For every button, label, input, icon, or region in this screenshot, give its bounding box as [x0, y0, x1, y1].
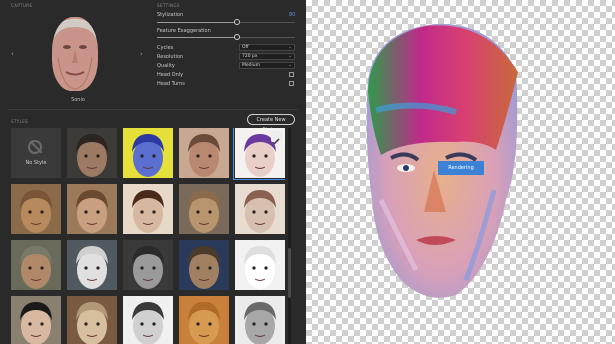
- no-style-label: No Style: [25, 160, 47, 166]
- style-tile-old-man-painting[interactable]: [11, 240, 61, 290]
- style-tile-clay-figure[interactable]: [179, 184, 229, 234]
- style-thumbnail: [132, 190, 164, 233]
- chevron-down-icon: ⌄: [288, 45, 292, 50]
- styles-scrollbar-thumb[interactable]: [288, 248, 291, 298]
- style-thumbnail: [132, 134, 164, 177]
- chevron-down-icon: ⌄: [288, 54, 292, 59]
- style-tile-rainbow-girl[interactable]: [233, 128, 285, 180]
- quality-row: Quality Medium ⌄: [157, 62, 299, 71]
- feature-exaggeration-label: Feature Exaggeration: [157, 28, 211, 34]
- style-tile-white-bust[interactable]: [67, 240, 117, 290]
- stylization-slider[interactable]: [157, 19, 295, 25]
- style-thumbnail: [20, 246, 52, 289]
- chevron-left-icon[interactable]: ‹: [11, 50, 14, 58]
- feature-exaggeration-row: Feature Exaggeration: [157, 28, 299, 36]
- style-thumbnail: [132, 302, 164, 344]
- resolution-label: Resolution: [157, 54, 184, 60]
- style-tile-bob-hair-woman[interactable]: [11, 296, 61, 344]
- stylization-row: Stylization 80: [157, 12, 299, 20]
- capture-photo: [52, 17, 98, 91]
- feature-exaggeration-slider-thumb[interactable]: [234, 34, 241, 40]
- style-tile-ink-curly-woman[interactable]: [123, 184, 173, 234]
- style-thumbnail: [244, 302, 276, 344]
- style-thumbnail: [76, 134, 108, 177]
- style-thumbnail: [76, 190, 108, 233]
- head-turns-label: Head Turns: [157, 81, 185, 87]
- settings-header: SETTINGS: [157, 3, 180, 8]
- stylization-value: 80: [289, 12, 296, 18]
- stylization-slider-fill: [157, 22, 238, 23]
- style-tile-no-style[interactable]: No Style: [11, 128, 61, 178]
- head-turns-row: Head Turns: [157, 81, 299, 89]
- feature-exaggeration-slider[interactable]: [157, 34, 295, 40]
- cycles-label: Cycles: [157, 45, 174, 51]
- head-only-label: Head Only: [157, 72, 184, 78]
- head-only-checkbox[interactable]: [289, 72, 294, 77]
- resolution-select[interactable]: 720 px ⌄: [239, 53, 295, 60]
- style-thumbnail: [188, 302, 220, 344]
- style-tile-woman-painting[interactable]: [67, 184, 117, 234]
- stylization-slider-thumb[interactable]: [234, 19, 241, 25]
- create-new-style-button[interactable]: Create New Style...: [247, 114, 295, 133]
- capture-header: CAPTURE: [11, 3, 33, 8]
- style-thumbnail: [132, 246, 164, 289]
- style-tile-curly-sketch[interactable]: [179, 128, 229, 178]
- resolution-row: Resolution 720 px ⌄: [157, 53, 299, 62]
- capture-name: Sonio: [71, 97, 85, 103]
- cycles-row: Cycles Off ⌄: [157, 44, 299, 53]
- left-panel: CAPTURE ‹ › Sonio SETTINGS Stylization 8…: [0, 0, 306, 344]
- style-thumbnail: [76, 302, 108, 344]
- style-tile-engraving-man[interactable]: [123, 296, 173, 344]
- cycles-value: Off: [242, 45, 249, 50]
- style-thumbnail: [20, 302, 52, 344]
- style-tile-wood-carving[interactable]: [11, 184, 61, 234]
- cycles-select[interactable]: Off ⌄: [239, 44, 295, 51]
- style-tile-line-drawing-man[interactable]: [235, 240, 285, 290]
- quality-select[interactable]: Medium ⌄: [239, 62, 295, 69]
- chevron-down-icon: ⌄: [288, 63, 292, 68]
- style-thumbnail: [76, 246, 108, 289]
- head-only-row: Head Only: [157, 72, 299, 80]
- feature-exaggeration-slider-fill: [157, 37, 238, 38]
- section-divider: [8, 109, 298, 110]
- rendering-button[interactable]: Rendering: [438, 161, 484, 175]
- quality-label: Quality: [157, 63, 175, 69]
- style-tile-ink-pattern-face[interactable]: [235, 296, 285, 344]
- chevron-right-icon[interactable]: ›: [140, 50, 143, 58]
- style-tile-yellow-pop-art[interactable]: [123, 128, 173, 178]
- style-thumbnail: [20, 190, 52, 233]
- head-turns-checkbox[interactable]: [289, 81, 294, 86]
- style-tile-dog[interactable]: [179, 296, 229, 344]
- style-tile-photo-man-dark[interactable]: [67, 128, 117, 178]
- style-thumbnail: [188, 190, 220, 233]
- style-thumbnail: [188, 246, 220, 289]
- quality-value: Medium: [242, 63, 260, 68]
- style-tile-stone-statue[interactable]: [67, 296, 117, 344]
- styles-header: STYLES: [11, 119, 29, 124]
- styles-grid: No Style: [11, 128, 285, 344]
- style-tile-man-portrait-blue[interactable]: [179, 240, 229, 290]
- style-thumbnail: [188, 134, 220, 177]
- resolution-value: 720 px: [242, 54, 258, 59]
- style-thumbnail: [244, 246, 276, 289]
- style-tile-bw-man-photo[interactable]: [123, 240, 173, 290]
- pencil-icon[interactable]: [271, 131, 282, 145]
- style-thumbnail: [244, 190, 276, 233]
- style-tile-pencil-sketch-girl[interactable]: [235, 184, 285, 234]
- stylization-label: Stylization: [157, 12, 184, 18]
- styles-scrollbar[interactable]: [288, 128, 291, 344]
